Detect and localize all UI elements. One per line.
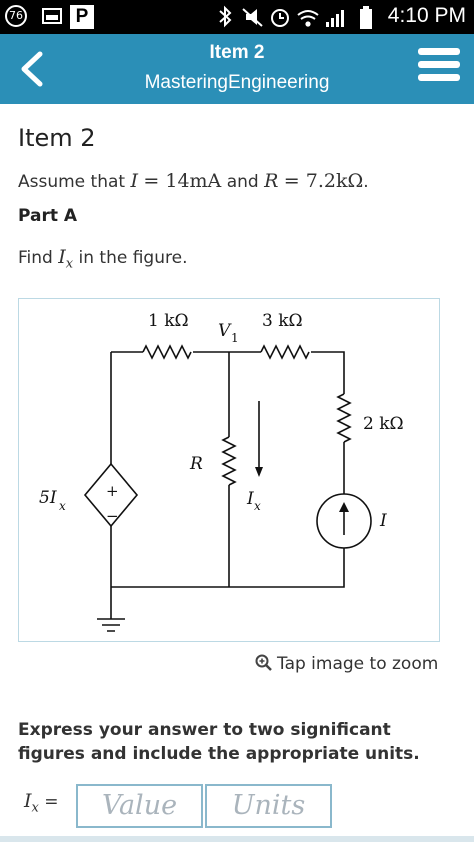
resistor-R (221, 436, 237, 486)
value-input[interactable]: Value (76, 784, 203, 828)
r2-label: 3 kΩ (262, 311, 303, 331)
assumption-text: Assume that I = 14mA and R = 7.2kΩ. (18, 170, 369, 192)
status-icons (219, 5, 372, 29)
signal-icon (326, 10, 344, 27)
ix-label: I (246, 489, 254, 509)
gallery-icon (42, 8, 62, 24)
tap-to-zoom[interactable]: Tap image to zoom (255, 654, 438, 674)
current-value: = 14mA (143, 170, 222, 192)
find-prefix: Find (18, 248, 53, 268)
menu-button[interactable] (418, 48, 460, 90)
ix-arrowhead (255, 467, 263, 477)
resistance-value: = 7.2kΩ (283, 170, 364, 192)
node-label: V (218, 321, 232, 341)
wifi-icon (297, 10, 319, 27)
answer-equals: = (44, 792, 59, 812)
wire-bottom (111, 548, 345, 588)
resistor-1k (142, 344, 192, 360)
resistor-2k (336, 393, 352, 443)
part-label: Part A (18, 206, 78, 226)
find-suffix: in the figure. (78, 248, 188, 268)
current-symbol: I (130, 170, 138, 192)
ground-symbol (97, 618, 125, 632)
assume-and: and (226, 172, 259, 192)
dep-source-sub: x (59, 499, 66, 513)
answer-label: Ix = (24, 790, 59, 815)
assume-prefix: Assume that (18, 172, 126, 192)
item-title: Item 2 (18, 124, 96, 152)
circuit-figure[interactable]: 1 kΩ 3 kΩ 2 kΩ R V 1 I x 5I x I + − (18, 298, 440, 642)
status-time: 4:10 PM (387, 4, 466, 27)
hamburger-icon (418, 48, 460, 81)
notification-count-icon: 76 (5, 5, 27, 27)
header-subtitle: MasteringEngineering (144, 72, 330, 93)
answer-sub: x (31, 800, 39, 816)
find-text: Find Ix in the figure. (18, 246, 187, 271)
r1-label: 1 kΩ (148, 311, 189, 331)
resistor-3k (260, 344, 310, 360)
node-sub: 1 (231, 331, 239, 345)
app-header: Item 2 MasteringEngineering (0, 34, 474, 104)
circuit-diagram: 1 kΩ 3 kΩ 2 kΩ R V 1 I x 5I x I + − (39, 311, 404, 632)
back-button[interactable] (10, 44, 58, 94)
minus-sign: − (106, 507, 119, 525)
bluetooth-icon (219, 5, 232, 28)
ix-sub: x (254, 499, 261, 513)
source-label: I (379, 511, 387, 531)
r-label: R (189, 454, 203, 474)
parking-icon: P (70, 5, 94, 29)
answer-instructions: Express your answer to two significant f… (18, 720, 420, 764)
zoom-in-icon (255, 654, 272, 671)
answer-symbol: I (24, 790, 32, 812)
header-title: Item 2 (209, 42, 265, 63)
r3-label: 2 kΩ (363, 414, 404, 434)
bottom-strip (0, 836, 474, 842)
find-symbol: I (58, 246, 66, 268)
chevron-left-icon (21, 51, 43, 87)
mute-icon (242, 8, 263, 27)
units-input[interactable]: Units (205, 784, 332, 828)
plus-sign: + (106, 482, 119, 500)
find-sub: x (65, 256, 74, 272)
status-bar: 76 P 4:10 PM (0, 0, 474, 34)
battery-icon (360, 6, 372, 29)
source-arrowhead (339, 502, 349, 512)
dep-source-label: 5I (39, 488, 57, 508)
resistance-symbol: R (264, 170, 279, 192)
assume-end: . (363, 172, 369, 192)
alarm-icon (271, 9, 289, 27)
wire-top-right (311, 351, 345, 394)
zoom-label: Tap image to zoom (277, 654, 439, 674)
